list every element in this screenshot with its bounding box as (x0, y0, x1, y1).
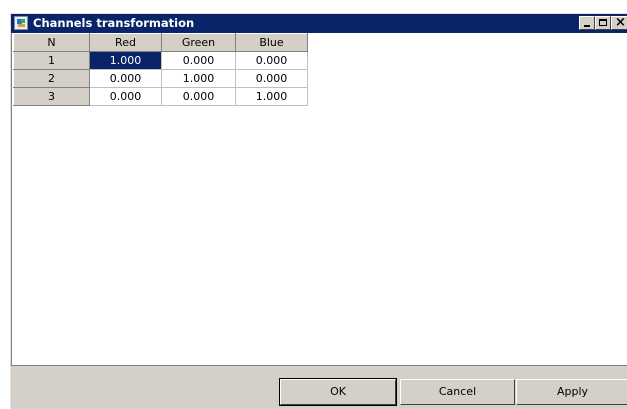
maximize-icon (599, 19, 607, 26)
minimize-icon (584, 25, 590, 27)
window-title: Channels transformation (33, 16, 195, 30)
title-bar[interactable]: Channels transformation × (11, 14, 627, 33)
table-cell-green[interactable]: 0.000 (161, 51, 236, 70)
column-header-red[interactable]: Red (89, 33, 162, 52)
table-cell-red[interactable]: 0.000 (89, 69, 162, 88)
table-cell-red[interactable]: 0.000 (89, 87, 162, 106)
table-row: 1 1.000 0.000 0.000 (13, 51, 308, 70)
table-row: 2 0.000 1.000 0.000 (13, 69, 308, 88)
grid-area: N Red Green Blue 1 1.000 0.000 0.000 2 0… (11, 33, 627, 366)
maximize-button[interactable] (595, 16, 611, 30)
app-icon (14, 16, 28, 30)
row-header[interactable]: 2 (13, 69, 90, 88)
table-cell-blue[interactable]: 0.000 (235, 69, 308, 88)
ok-button[interactable]: OK (279, 378, 397, 406)
table-cell-green[interactable]: 0.000 (161, 87, 236, 106)
table-cell-blue[interactable]: 1.000 (235, 87, 308, 106)
table-cell-blue[interactable]: 0.000 (235, 51, 308, 70)
column-header-blue[interactable]: Blue (235, 33, 308, 52)
close-icon: × (615, 15, 626, 30)
close-button[interactable]: × (611, 15, 627, 30)
apply-button[interactable]: Apply (516, 379, 627, 405)
table-row: 3 0.000 0.000 1.000 (13, 87, 308, 106)
minimize-button[interactable] (579, 16, 595, 30)
row-header[interactable]: 3 (13, 87, 90, 106)
column-header-green[interactable]: Green (161, 33, 236, 52)
channels-transformation-window: Channels transformation × N Red Green Bl… (10, 13, 627, 409)
table-cell-red[interactable]: 1.000 (89, 51, 162, 70)
table-cell-green[interactable]: 1.000 (161, 69, 236, 88)
row-header[interactable]: 1 (13, 51, 90, 70)
cancel-button[interactable]: Cancel (400, 379, 515, 405)
button-bar: OK Cancel Apply (11, 366, 627, 409)
channels-table: N Red Green Blue 1 1.000 0.000 0.000 2 0… (13, 33, 308, 106)
column-header-n[interactable]: N (13, 33, 90, 52)
